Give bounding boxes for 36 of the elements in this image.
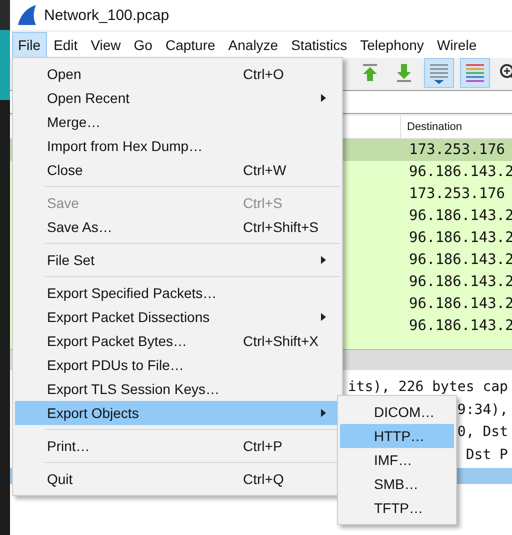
menu-item[interactable]: TFTP… [340,496,454,520]
table-cell-text: 173.253.176 [408,142,506,158]
table-cell-text: 173.253.176 [408,186,506,202]
autoscroll-icon[interactable] [424,58,454,88]
menu-bar-item[interactable]: File [12,32,47,58]
shark-fin-icon [16,4,38,26]
menu-bar-item[interactable]: Telephony [354,32,430,58]
menu-item[interactable]: Merge… [15,110,340,134]
menu-item[interactable]: Open Recent [15,86,340,110]
menu-item[interactable]: Export TLS Session Keys… [15,377,340,401]
menu-item[interactable]: Quit Ctrl+Q [15,467,340,491]
menu-item[interactable]: Open Ctrl+O [15,62,340,86]
menu-bar-item[interactable]: Analyze [222,32,284,58]
colorize-icon[interactable] [460,58,490,88]
menu-item[interactable]: Export PDUs to File… [15,353,340,377]
column-header[interactable]: Destination [401,121,462,133]
menu-bar-item[interactable]: Capture [159,32,222,58]
menu-item[interactable]: File Set [15,248,340,272]
menu-item[interactable]: Close Ctrl+W [15,158,340,182]
menu-bar-item[interactable]: Statistics [285,32,354,58]
menu-item[interactable]: Export Objects [15,401,340,425]
menu-item[interactable]: Print… Ctrl+P [15,434,340,458]
menu-item[interactable]: Import from Hex Dump… [15,134,340,158]
window-title: Network_100.pcap [44,6,170,24]
menu-item[interactable]: HTTP… [340,424,454,448]
menu-item[interactable]: Save As… Ctrl+Shift+S [15,215,340,239]
menu-item[interactable]: IMF… [340,448,454,472]
menu-bar-item[interactable]: Wirele [430,32,483,58]
menu-bar-item[interactable]: Go [128,32,158,58]
menu-bar-item[interactable]: Edit [48,32,84,58]
menu-item[interactable]: Export Packet Dissections [15,305,340,329]
menu-item[interactable]: Export Packet Bytes… Ctrl+Shift+X [15,329,340,353]
menu-item[interactable]: SMB… [340,472,454,496]
menu-bar-item[interactable]: View [84,32,127,58]
menu-item[interactable]: DICOM… [340,400,454,424]
menu-item[interactable]: Export Specified Packets… [15,281,340,305]
